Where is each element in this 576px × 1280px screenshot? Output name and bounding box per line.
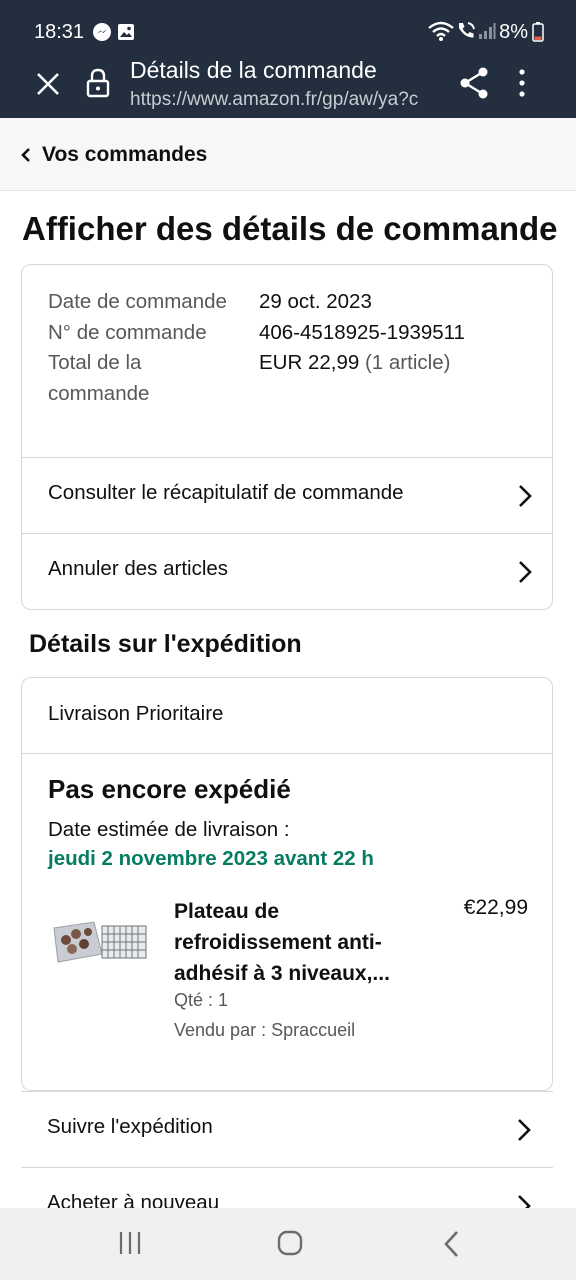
order-summary-card: Date de commande 29 oct. 2023 N° de comm… bbox=[21, 264, 553, 610]
browser-toolbar: Détails de la commande https://www.amazo… bbox=[0, 52, 576, 118]
product-price: €22,99 bbox=[463, 896, 528, 919]
product-title-link[interactable]: Plateau de refroidissement anti-adhésif … bbox=[174, 896, 424, 989]
wifi-icon bbox=[428, 20, 454, 47]
browser-url[interactable]: https://www.amazon.fr/gp/aw/ya?c bbox=[130, 89, 440, 111]
product-seller: Vendu par : Spraccueil bbox=[174, 1020, 356, 1040]
shipment-status: Pas encore expédié bbox=[48, 774, 291, 804]
product-image[interactable] bbox=[50, 916, 150, 971]
system-navigation-bar bbox=[0, 1208, 576, 1280]
estimated-delivery-date: jeudi 2 novembre 2023 avant 22 h bbox=[48, 847, 374, 870]
call-icon bbox=[455, 20, 477, 47]
share-icon[interactable] bbox=[458, 66, 490, 105]
chevron-left-icon bbox=[20, 148, 32, 167]
order-number-row: N° de commande 406-4518925-1939511 bbox=[48, 318, 465, 349]
breadcrumb[interactable]: Vos commandes bbox=[0, 118, 576, 191]
home-icon[interactable] bbox=[277, 1230, 303, 1261]
divider bbox=[22, 753, 552, 754]
product-quantity: Qté : 1 bbox=[174, 990, 229, 1010]
cancel-items-link[interactable]: Annuler des articles bbox=[22, 533, 552, 610]
battery-label: 8% bbox=[499, 21, 528, 43]
signal-icon bbox=[478, 22, 496, 45]
order-summary-rows: Date de commande 29 oct. 2023 N° de comm… bbox=[48, 287, 465, 409]
order-date-label: Date de commande bbox=[48, 290, 227, 313]
order-total-label: Total de la commande bbox=[48, 351, 150, 405]
gallery-icon bbox=[116, 22, 136, 47]
view-summary-label[interactable]: Consulter le récapitulatif de commande bbox=[48, 481, 404, 505]
chevron-right-icon bbox=[518, 560, 532, 589]
order-total-amount: EUR 22,99 bbox=[259, 351, 360, 374]
lock-icon[interactable] bbox=[86, 68, 110, 103]
chevron-right-icon bbox=[518, 484, 532, 513]
more-icon[interactable] bbox=[518, 68, 526, 103]
estimated-delivery-label: Date estimée de livraison : bbox=[48, 818, 290, 841]
messenger-icon bbox=[92, 22, 112, 47]
order-date-value: 29 oct. 2023 bbox=[259, 290, 372, 313]
track-shipment-link[interactable]: Suivre l'expédition bbox=[21, 1091, 553, 1168]
close-icon[interactable] bbox=[34, 70, 62, 103]
shipment-card: Livraison Prioritaire Pas encore expédié… bbox=[21, 677, 553, 1091]
battery-icon bbox=[532, 22, 544, 47]
order-number-value: 406-4518925-1939511 bbox=[259, 320, 465, 344]
page-title: Afficher des détails de commande bbox=[22, 210, 558, 247]
back-icon[interactable] bbox=[442, 1230, 460, 1263]
breadcrumb-label[interactable]: Vos commandes bbox=[42, 143, 207, 167]
shipping-method: Livraison Prioritaire bbox=[48, 702, 224, 725]
order-date-row: Date de commande 29 oct. 2023 bbox=[48, 287, 372, 318]
cancel-items-label[interactable]: Annuler des articles bbox=[48, 557, 228, 581]
order-number-label: N° de commande bbox=[48, 320, 207, 344]
chevron-right-icon bbox=[517, 1118, 531, 1147]
order-total-row: Total de la commande EUR 22,99 (1 articl… bbox=[48, 348, 450, 409]
browser-page-title[interactable]: Détails de la commande bbox=[130, 57, 377, 84]
order-total-value: EUR 22,99 (1 article) bbox=[259, 348, 450, 379]
status-time: 18:31 bbox=[34, 21, 85, 43]
track-shipment-label[interactable]: Suivre l'expédition bbox=[47, 1115, 213, 1139]
shipping-section-title: Détails sur l'expédition bbox=[29, 630, 302, 658]
order-total-count: (1 article) bbox=[364, 351, 451, 374]
view-summary-link[interactable]: Consulter le récapitulatif de commande bbox=[22, 457, 552, 534]
recent-apps-icon[interactable] bbox=[118, 1230, 142, 1261]
